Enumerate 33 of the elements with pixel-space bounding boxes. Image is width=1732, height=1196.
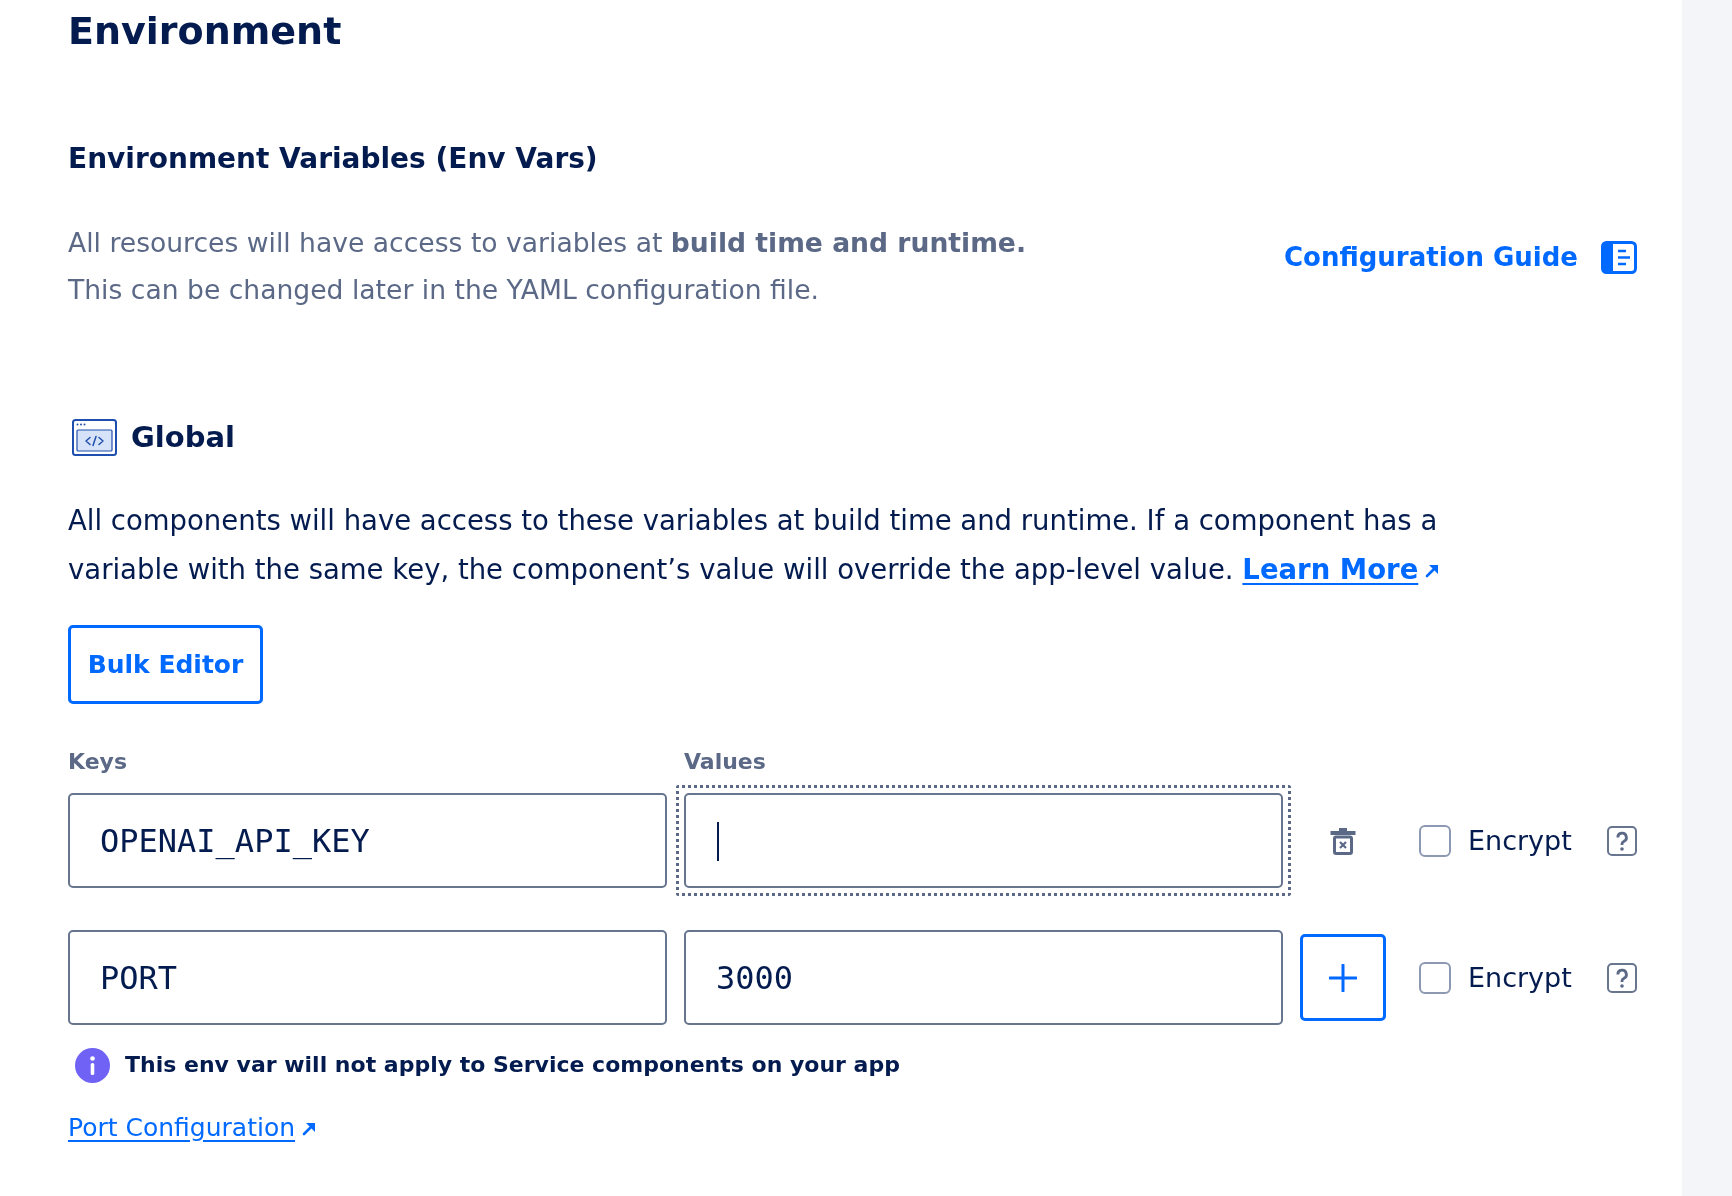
- code-window-icon: [72, 418, 117, 456]
- key-input[interactable]: OPENAI_API_KEY: [68, 793, 667, 888]
- port-configuration-link[interactable]: Port Configuration: [68, 1110, 318, 1146]
- encrypt-checkbox[interactable]: [1419, 824, 1451, 857]
- global-description: All components will have access to these variables at build time and runtime. If a component has a variable with the same key, the component’s value will override the app-level value. Learn More: [68, 496, 1468, 594]
- plus-icon: [1329, 963, 1357, 992]
- page-title: Environment: [68, 8, 342, 55]
- description-line: All resources will have access to variables at build time and runtime.: [68, 226, 1026, 260]
- checkbox-label: Encrypt: [1468, 823, 1572, 858]
- book-icon: [1601, 240, 1637, 274]
- help-icon[interactable]: [1607, 825, 1637, 856]
- help-icon[interactable]: [1607, 962, 1637, 993]
- encrypt-checkbox[interactable]: [1419, 961, 1451, 994]
- bulk-editor-button[interactable]: Bulk Editor: [68, 625, 263, 704]
- value-input[interactable]: 3000: [684, 930, 1283, 1025]
- section-title: Environment Variables (Env Vars): [68, 141, 598, 177]
- checkbox-label: Encrypt: [1468, 960, 1572, 995]
- delete-button[interactable]: [1329, 826, 1357, 855]
- notice-text: This env var will not apply to Service components on your app: [125, 1051, 900, 1079]
- add-button[interactable]: [1300, 934, 1386, 1021]
- value-input[interactable]: [684, 793, 1283, 888]
- learn-more-link[interactable]: Learn More: [1242, 553, 1441, 585]
- key-input[interactable]: PORT: [68, 930, 667, 1025]
- arrow-up-right-icon: [1424, 563, 1441, 579]
- global-title: Global: [131, 419, 235, 456]
- column-label: Keys: [68, 748, 129, 776]
- column-label: Values: [684, 748, 767, 776]
- arrow-up-right-icon: [301, 1121, 318, 1137]
- trash-icon: [1329, 826, 1357, 855]
- text-caret: [717, 822, 719, 861]
- info-icon: [75, 1047, 110, 1083]
- configuration-guide-link[interactable]: Configuration Guide: [1284, 237, 1637, 277]
- description-line: This can be changed later in the YAML configuration file.: [68, 273, 820, 307]
